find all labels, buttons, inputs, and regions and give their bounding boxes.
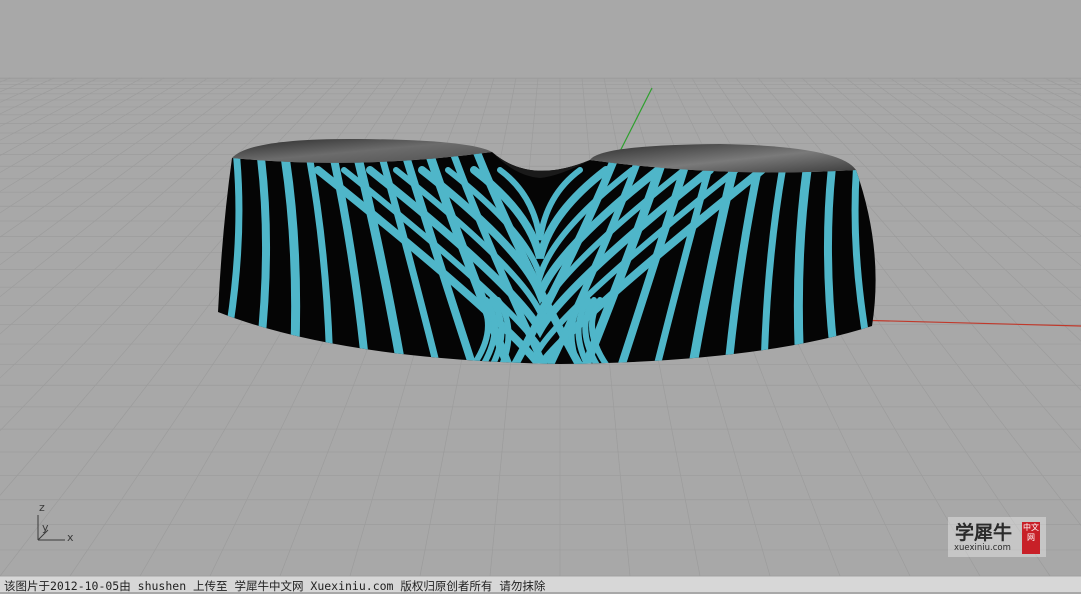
axis-label-y: y (42, 521, 49, 534)
grid-line (1065, 77, 1081, 86)
site-watermark-logo: 学犀牛 xuexiniu.com 中文网 (948, 517, 1046, 557)
grid-line (911, 77, 1081, 189)
grid-line (0, 77, 77, 115)
grid-line (0, 77, 253, 266)
watermark-seal: 中文网 (1022, 522, 1040, 554)
grid-line (0, 77, 209, 214)
grid-line (867, 77, 1081, 237)
grid-line (933, 77, 1081, 169)
watermark-title: 学犀牛 (955, 522, 1013, 544)
grid-line (0, 77, 165, 173)
grid-line (0, 77, 121, 141)
grid-line (889, 77, 1081, 211)
viewport-canvas[interactable] (0, 0, 1081, 576)
upload-info-bar: 该图片于2012-10-05由 shushen 上传至 学犀牛中文网 Xuexi… (0, 576, 1081, 593)
watermark-url: xuexiniu.com (954, 543, 1011, 553)
axis-label-z: z (39, 501, 45, 514)
grid-line (999, 77, 1081, 121)
zebra-analysis-surface[interactable] (218, 138, 876, 370)
grid-line (1021, 77, 1081, 108)
perspective-viewport[interactable]: z y x 学犀牛 xuexiniu.com 中文网 (0, 0, 1081, 576)
axis-label-x: x (67, 531, 74, 544)
grid-line (0, 77, 99, 127)
